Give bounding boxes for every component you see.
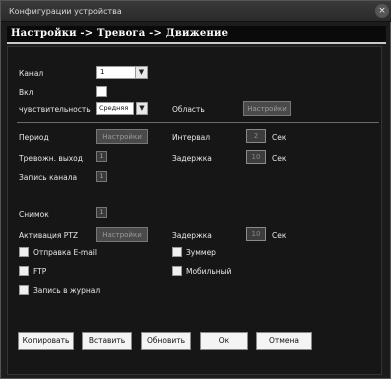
breadcrumb-text: Настройки -> Тревога -> Движение xyxy=(11,28,229,39)
window-title: Конфигурации устройства xyxy=(9,7,122,16)
buzzer-checkbox[interactable] xyxy=(172,247,182,257)
delay2-unit: Сек xyxy=(272,231,287,240)
close-icon[interactable]: × xyxy=(375,4,389,18)
divider xyxy=(17,122,379,123)
delay-label: Задержка xyxy=(172,154,212,163)
mobile-checkbox[interactable] xyxy=(172,266,182,276)
send-email-checkbox[interactable] xyxy=(19,247,29,257)
interval-label: Интервал xyxy=(172,133,211,142)
copy-button[interactable]: Копировать xyxy=(18,332,74,350)
log-label: Запись в журнал xyxy=(33,286,101,295)
sensitivity-select[interactable]: Средняя ▼ xyxy=(96,102,148,115)
alarm-out-box[interactable]: 1 xyxy=(96,151,107,162)
channel-select[interactable]: 1 ▼ xyxy=(96,66,148,79)
channel-select-value: 1 xyxy=(100,68,105,76)
delay-unit: Сек xyxy=(272,154,287,163)
settings-panel: Канал 1 ▼ Вкл чувствительность Средняя ▼… xyxy=(7,46,382,375)
ok-button[interactable]: Ок xyxy=(200,332,248,350)
period-settings-button[interactable]: Настройки xyxy=(96,129,148,144)
ptz-label: Активация PTZ xyxy=(19,231,79,240)
delay2-input[interactable]: 10 xyxy=(246,227,266,241)
log-checkbox[interactable] xyxy=(19,285,29,295)
refresh-button[interactable]: Обновить xyxy=(141,332,191,350)
send-email-label: Отправка E-mail xyxy=(33,248,97,257)
chevron-down-icon[interactable]: ▼ xyxy=(136,102,148,115)
snapshot-label: Снимок xyxy=(19,210,49,219)
interval-input[interactable]: 2 xyxy=(246,129,266,143)
title-bar[interactable]: Конфигурации устройства × xyxy=(1,1,391,22)
mobile-label: Мобильный xyxy=(186,267,232,276)
channel-label: Канал xyxy=(19,69,44,78)
interval-unit: Сек xyxy=(272,133,287,142)
ptz-settings-button[interactable]: Настройки xyxy=(96,227,148,242)
device-config-window: Конфигурации устройства × Настройки -> Т… xyxy=(0,0,391,379)
period-label: Период xyxy=(19,133,49,142)
ftp-checkbox[interactable] xyxy=(19,266,29,276)
chevron-down-icon[interactable]: ▼ xyxy=(135,67,147,78)
area-settings-button[interactable]: Настройки xyxy=(243,101,291,116)
alarm-out-label: Тревожн. выход xyxy=(19,154,83,163)
enable-label: Вкл xyxy=(19,88,34,97)
cancel-button[interactable]: Отмена xyxy=(256,332,312,350)
record-channel-label: Запись канала xyxy=(19,173,78,182)
ftp-label: FTP xyxy=(33,267,47,276)
delay2-label: Задержка xyxy=(172,231,212,240)
buzzer-label: Зуммер xyxy=(186,248,216,257)
sensitivity-select-value: Средняя xyxy=(96,102,134,115)
area-label: Область xyxy=(172,105,205,114)
enable-checkbox[interactable] xyxy=(96,86,107,97)
snapshot-box[interactable]: 1 xyxy=(96,207,107,218)
sensitivity-label: чувствительность xyxy=(19,105,91,114)
record-channel-box[interactable]: 1 xyxy=(96,171,107,182)
delay-input[interactable]: 10 xyxy=(246,150,266,164)
breadcrumb: Настройки -> Тревога -> Движение xyxy=(7,26,386,44)
paste-button[interactable]: Вставить xyxy=(82,332,132,350)
